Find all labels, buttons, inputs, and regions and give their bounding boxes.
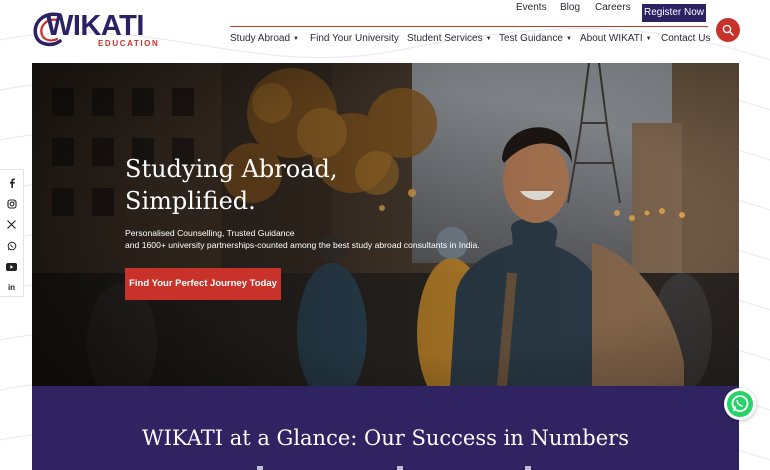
whatsapp-chat-button[interactable] (724, 388, 756, 420)
stats-heading: WIKATI at a Glance: Our Success in Numbe… (142, 426, 629, 450)
hero-title-line-2: Simplified. (125, 187, 256, 215)
chevron-down-icon: ▼ (645, 36, 652, 42)
whatsapp-icon[interactable] (0, 235, 23, 256)
instagram-icon[interactable] (0, 193, 23, 214)
hero-section: Studying Abroad, Simplified. Personalise… (32, 63, 739, 386)
nav-item-test-guidance[interactable]: Test Guidance ▼ (499, 33, 572, 44)
x-icon[interactable] (0, 214, 23, 235)
top-link-careers[interactable]: Careers (595, 2, 631, 13)
wikati-logo[interactable]: WIKATI EDUCATION (30, 9, 158, 49)
social-share-rail: in (0, 169, 24, 297)
linkedin-icon[interactable]: in (0, 277, 23, 298)
top-link-events[interactable]: Events (516, 2, 547, 13)
nav-item-find-your-university[interactable]: Find Your University (310, 33, 399, 44)
site-header: WIKATI EDUCATION Events Blog Careers Reg… (0, 0, 770, 62)
whatsapp-icon (727, 391, 753, 417)
search-button[interactable] (716, 18, 740, 42)
nav-item-label: Contact Us (661, 33, 711, 44)
nav-item-student-services[interactable]: Student Services ▼ (407, 33, 492, 44)
nav-divider (230, 26, 708, 27)
logo-tagline: EDUCATION (98, 39, 160, 48)
chevron-down-icon: ▼ (565, 36, 572, 42)
register-now-button[interactable]: Register Now (642, 4, 706, 22)
nav-item-contact-us[interactable]: Contact Us (661, 33, 710, 44)
nav-item-label: Test Guidance (499, 33, 563, 44)
find-your-journey-button[interactable]: Find Your Perfect Journey Today (125, 268, 281, 300)
nav-item-label: Study Abroad (230, 33, 291, 44)
nav-item-label: Find Your University (310, 33, 399, 44)
chevron-down-icon: ▼ (485, 36, 492, 42)
hero-subtitle: Personalised Counselling, Trusted Guidan… (125, 227, 525, 251)
nav-item-label: About WIKATI (580, 33, 643, 44)
youtube-icon[interactable] (0, 256, 23, 277)
hero-title-line-1: Studying Abroad, (125, 155, 338, 183)
search-icon (722, 24, 734, 36)
nav-item-about-wikati[interactable]: About WIKATI ▼ (580, 33, 652, 44)
stats-section: WIKATI at a Glance: Our Success in Numbe… (32, 386, 739, 470)
hero-subtitle-line-2: and 1600+ university partnerships-counte… (125, 240, 480, 250)
nav-item-study-abroad[interactable]: Study Abroad ▼ (230, 33, 299, 44)
chevron-down-icon: ▼ (293, 36, 299, 42)
facebook-icon[interactable] (0, 172, 23, 193)
hero-photo-student-in-paris (32, 63, 739, 386)
nav-item-label: Student Services (407, 33, 483, 44)
top-link-blog[interactable]: Blog (560, 2, 580, 13)
stats-decorative-glyphs (257, 466, 531, 470)
hero-subtitle-line-1: Personalised Counselling, Trusted Guidan… (125, 228, 295, 238)
hero-title: Studying Abroad, Simplified. (125, 153, 385, 217)
